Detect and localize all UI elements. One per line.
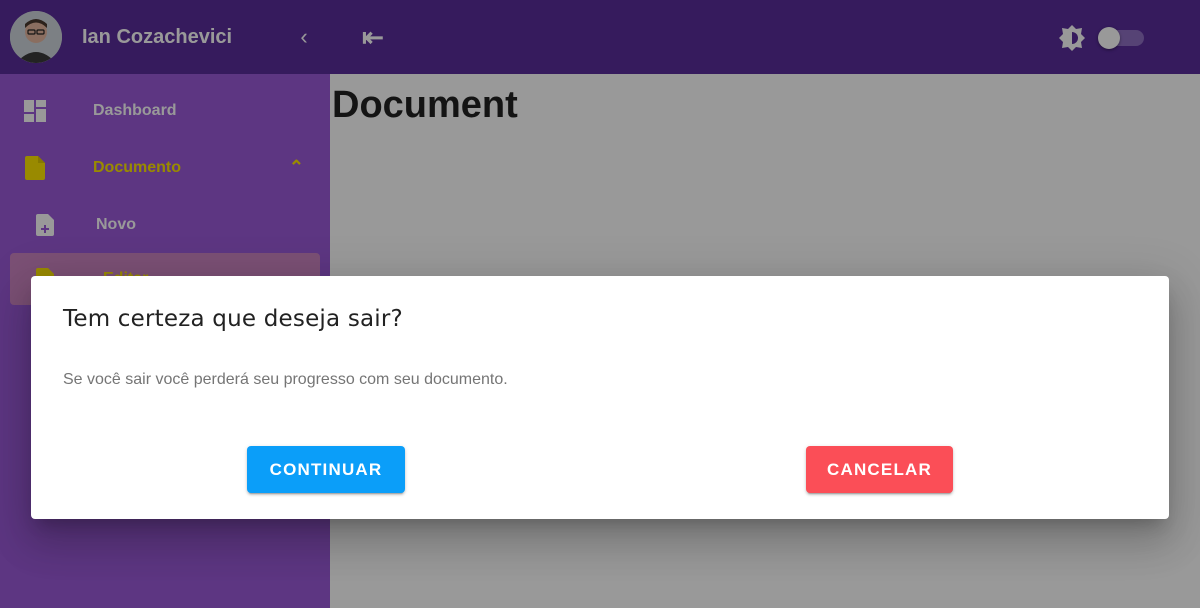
cancel-button[interactable]: CANCELAR (806, 446, 953, 493)
dialog-message: Se você sair você perderá seu progresso … (63, 371, 508, 388)
dialog-title: Tem certeza que deseja sair? (63, 306, 403, 332)
continue-button[interactable]: CONTINUAR (247, 446, 405, 493)
confirm-exit-dialog: Tem certeza que deseja sair? Se você sai… (31, 276, 1169, 519)
